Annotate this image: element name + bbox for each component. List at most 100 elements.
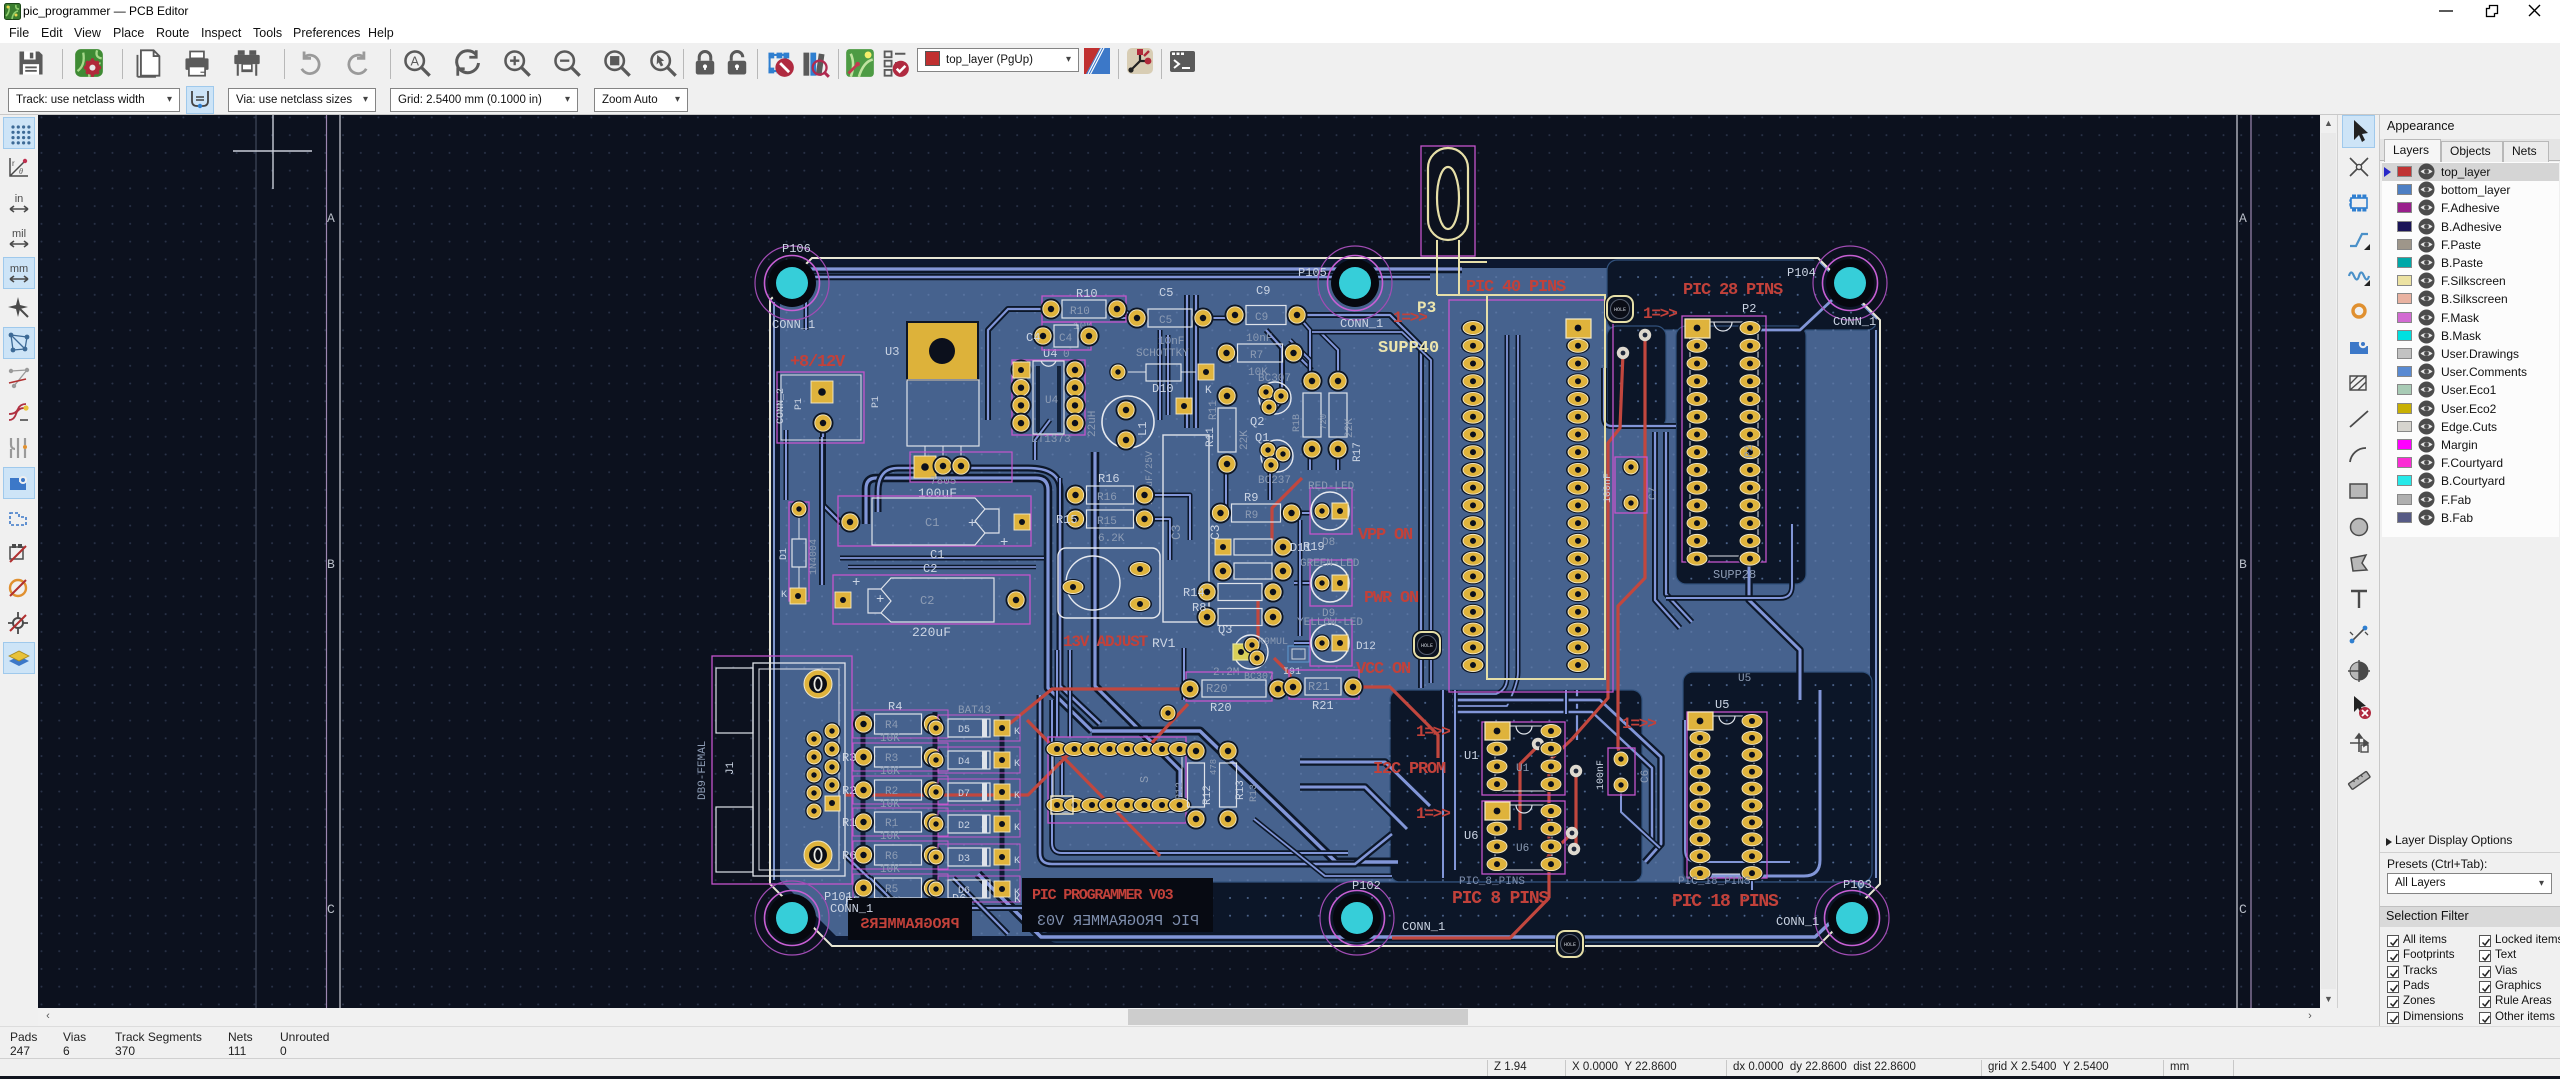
svg-text:R21: R21 bbox=[1312, 699, 1334, 713]
svg-text:I91: I91 bbox=[1283, 667, 1301, 678]
svg-text:R4: R4 bbox=[885, 720, 899, 732]
svg-text:K: K bbox=[1014, 823, 1020, 834]
svg-text:C1: C1 bbox=[925, 516, 939, 530]
svg-text:C7: C7 bbox=[1648, 487, 1660, 500]
svg-text:R21: R21 bbox=[1308, 680, 1330, 694]
svg-text:U4: U4 bbox=[1045, 395, 1059, 407]
svg-text:VPP ON: VPP ON bbox=[1358, 526, 1413, 545]
svg-text:PIC PROGRAMMER V03: PIC PROGRAMMER V03 bbox=[1037, 913, 1199, 930]
svg-text:C2: C2 bbox=[923, 562, 937, 576]
svg-text:CONN_1: CONN_1 bbox=[1340, 317, 1383, 331]
svg-text:22uH: 22uH bbox=[1087, 411, 1099, 437]
svg-text:C4: C4 bbox=[1059, 333, 1073, 345]
svg-text:D12: D12 bbox=[1356, 641, 1376, 653]
svg-text:P2: P2 bbox=[1742, 302, 1756, 316]
svg-text:BC307: BC307 bbox=[1258, 373, 1291, 385]
svg-text:R16: R16 bbox=[1097, 492, 1117, 504]
svg-text:U1: U1 bbox=[1516, 763, 1530, 775]
svg-text:K: K bbox=[781, 590, 787, 601]
svg-text:A: A bbox=[2239, 211, 2247, 226]
svg-text:1=>>: 1=>> bbox=[1416, 805, 1450, 823]
svg-text:P104: P104 bbox=[1787, 266, 1816, 280]
svg-text:100nF: 100nF bbox=[1596, 760, 1607, 790]
svg-text:K: K bbox=[1014, 894, 1021, 906]
svg-text:P106: P106 bbox=[782, 242, 811, 256]
svg-text:478: 478 bbox=[1209, 759, 1219, 775]
svg-text:R8: R8 bbox=[1192, 601, 1206, 615]
svg-text:220uF: 220uF bbox=[912, 625, 951, 640]
svg-text:PIC 18 PINS: PIC 18 PINS bbox=[1672, 892, 1779, 912]
svg-text:B: B bbox=[327, 557, 335, 572]
svg-text:P102: P102 bbox=[1352, 879, 1381, 893]
svg-text:R1: R1 bbox=[885, 818, 899, 830]
svg-text:0: 0 bbox=[1063, 349, 1070, 361]
svg-text:R20: R20 bbox=[1210, 701, 1232, 715]
svg-text:U6: U6 bbox=[1464, 829, 1478, 843]
svg-text:RED-LED: RED-LED bbox=[1308, 481, 1355, 493]
svg-text:K: K bbox=[1014, 727, 1020, 738]
svg-text:PIC 28 PINS: PIC 28 PINS bbox=[1683, 281, 1783, 300]
svg-text:CONN_1: CONN_1 bbox=[1776, 915, 1819, 929]
svg-text:C4: C4 bbox=[1026, 331, 1040, 345]
svg-text:R11: R11 bbox=[1208, 400, 1220, 420]
svg-text:R10: R10 bbox=[1070, 306, 1090, 318]
svg-text:R6: R6 bbox=[842, 849, 856, 863]
svg-text:U4: U4 bbox=[1043, 347, 1057, 361]
svg-text:PWR ON: PWR ON bbox=[1364, 589, 1419, 608]
svg-text:R13: R13 bbox=[1235, 780, 1247, 800]
svg-text:C3: C3 bbox=[1208, 524, 1223, 540]
svg-text:VCC ON: VCC ON bbox=[1356, 660, 1411, 679]
svg-text:P2: P2 bbox=[1744, 445, 1756, 458]
svg-text:R1B: R1B bbox=[1292, 414, 1303, 432]
svg-text:R7: R7 bbox=[1250, 350, 1263, 362]
svg-text:C2: C2 bbox=[920, 594, 934, 608]
svg-text:CONN_1: CONN_1 bbox=[830, 902, 873, 916]
svg-text:mm: mm bbox=[10, 263, 28, 275]
svg-text:+: + bbox=[968, 516, 976, 532]
svg-text:10nF: 10nF bbox=[1158, 336, 1184, 348]
svg-text:1=>>: 1=>> bbox=[1643, 305, 1677, 323]
svg-text:R11: R11 bbox=[1205, 427, 1217, 447]
svg-text:r: r bbox=[12, 159, 15, 168]
svg-text:K: K bbox=[1014, 759, 1020, 770]
svg-text:Q1: Q1 bbox=[1255, 431, 1269, 445]
svg-text:R6: R6 bbox=[885, 851, 898, 863]
svg-text:L1: L1 bbox=[1136, 422, 1150, 436]
svg-text:P105: P105 bbox=[1298, 266, 1327, 280]
svg-text:R12: R12 bbox=[1202, 785, 1214, 805]
svg-text:R20: R20 bbox=[1206, 682, 1228, 696]
svg-text:720: 720 bbox=[1319, 414, 1329, 430]
svg-text:PIC_8_PINS: PIC_8_PINS bbox=[1459, 876, 1525, 888]
svg-text:U3: U3 bbox=[885, 345, 899, 359]
svg-text:in: in bbox=[15, 193, 24, 205]
svg-text:A: A bbox=[410, 54, 419, 68]
svg-text:13V ADJUST: 13V ADJUST bbox=[1063, 633, 1149, 651]
svg-text:22K: 22K bbox=[1239, 430, 1251, 450]
svg-text:100nF: 100nF bbox=[1603, 473, 1614, 503]
svg-text:C5: C5 bbox=[1159, 315, 1172, 327]
svg-text:R15: R15 bbox=[1097, 516, 1117, 528]
svg-text:J1: J1 bbox=[725, 761, 737, 775]
svg-text:DB9-FEMAL: DB9-FEMAL bbox=[697, 741, 709, 800]
svg-text:C9: C9 bbox=[1256, 284, 1270, 298]
svg-text:1=>>: 1=>> bbox=[1393, 309, 1427, 327]
svg-text:100uF: 100uF bbox=[918, 486, 957, 501]
svg-text:1=>>: 1=>> bbox=[1622, 715, 1656, 733]
svg-text:C3: C3 bbox=[1169, 524, 1184, 540]
svg-text:2.2M: 2.2M bbox=[1213, 667, 1239, 679]
svg-text:Q3: Q3 bbox=[1218, 623, 1232, 637]
svg-text:U6: U6 bbox=[1516, 843, 1529, 855]
svg-text:10nF: 10nF bbox=[1246, 333, 1272, 345]
svg-text:P1: P1 bbox=[794, 398, 805, 410]
svg-text:1N4004: 1N4004 bbox=[809, 539, 820, 575]
svg-text:R1: R1 bbox=[842, 816, 856, 830]
svg-text:P1: P1 bbox=[871, 396, 882, 408]
svg-text:Q2: Q2 bbox=[1250, 415, 1264, 429]
svg-text:R4: R4 bbox=[888, 700, 902, 714]
svg-text:BC307: BC307 bbox=[1244, 672, 1274, 683]
svg-text:K: K bbox=[1014, 791, 1020, 802]
svg-text:D5: D5 bbox=[958, 725, 970, 736]
svg-text:U1: U1 bbox=[1464, 749, 1478, 763]
svg-text:U5: U5 bbox=[1738, 673, 1751, 685]
svg-text:R3: R3 bbox=[885, 753, 898, 765]
